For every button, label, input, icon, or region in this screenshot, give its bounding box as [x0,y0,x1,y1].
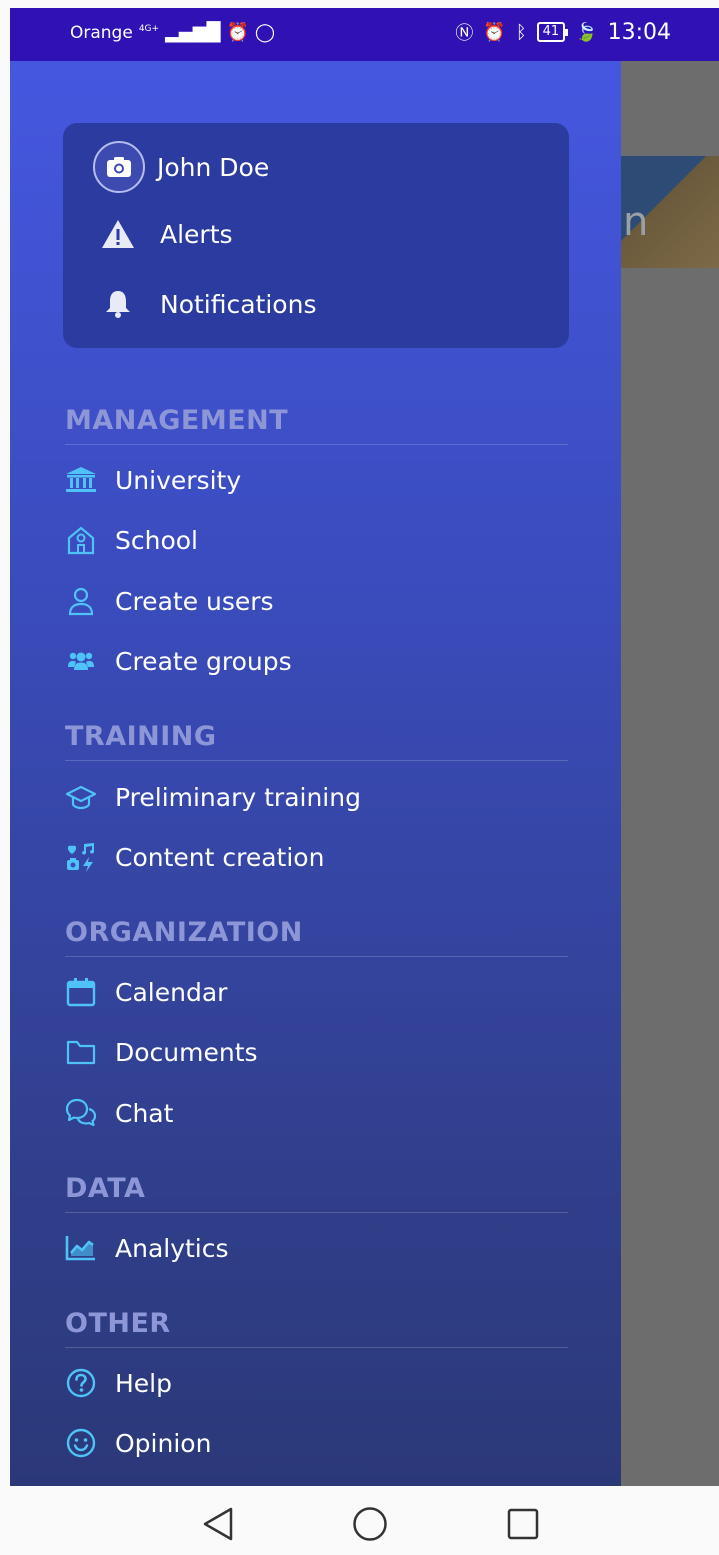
section-title-training: TRAINING [65,721,568,761]
avatar[interactable] [93,141,145,193]
menu-item-chat[interactable]: Chat [65,1093,173,1133]
clock-label: 13:04 [607,19,671,45]
user-icon [65,585,105,617]
profile-row[interactable]: John Doe [93,141,269,193]
menu-item-opinion[interactable]: Opinion [65,1423,211,1463]
menu-item-label: Calendar [115,977,228,1007]
menu-item-school[interactable]: School [65,520,198,560]
menu-item-create-users[interactable]: Create users [65,581,274,621]
back-triangle-icon [203,1507,233,1541]
back-button[interactable] [198,1504,238,1544]
carrier-label: Orange [70,22,133,43]
content-creation-icon [65,841,105,873]
menu-item-help[interactable]: Help [65,1363,172,1403]
home-circle-icon [353,1507,387,1541]
calendar-icon [65,976,105,1008]
battery-icon: 41 [536,22,568,42]
nfc-icon: Ⓝ [455,23,474,44]
menu-item-create-groups[interactable]: Create groups [65,641,292,681]
menu-item-label: Analytics [115,1233,229,1263]
smiley-icon [65,1427,105,1459]
warning-icon [96,219,140,249]
menu-item-label: School [115,525,198,555]
camera-icon [107,157,131,177]
profile-name: John Doe [157,152,270,182]
alerts-label: Alerts [160,219,233,249]
menu-item-content-creation[interactable]: Content creation [65,837,324,877]
menu-item-documents[interactable]: Documents [65,1032,258,1072]
power-saving-icon: 🍃 [575,21,598,43]
notifications-item[interactable]: Notifications [96,289,316,319]
graduation-cap-icon [65,781,105,813]
section-title-other: OTHER [65,1308,568,1348]
folder-icon [65,1036,105,1068]
menu-item-analytics[interactable]: Analytics [65,1228,229,1268]
bluetooth-icon: ᛒ [515,21,527,43]
network-type-label: 4G+ [138,24,160,34]
menu-item-label: Documents [115,1037,258,1067]
notifications-label: Notifications [160,289,317,319]
menu-item-label: Chat [115,1098,174,1128]
menu-item-label: Help [115,1368,172,1398]
background-scrim[interactable]: n [621,61,719,1486]
profile-card: John Doe Alerts Notifications [63,123,569,348]
sync-icon: ◯ [254,22,276,43]
alerts-item[interactable]: Alerts [96,219,233,249]
alarm-icon: ⏰ [226,22,249,43]
system-navigation-bar [10,1486,719,1555]
home-button[interactable] [350,1504,390,1544]
menu-item-label: Create groups [115,646,292,676]
chat-icon [65,1097,105,1129]
help-circle-icon [65,1367,105,1399]
section-title-management: MANAGEMENT [65,405,568,445]
menu-item-label: University [115,465,242,495]
recents-square-icon [507,1508,539,1540]
section-title-organization: ORGANIZATION [65,917,568,957]
status-left: Orange 4G+ ▂▄▆█ ⏰ ◯ [70,22,275,43]
menu-item-label: Content creation [115,842,325,872]
menu-item-label: Create users [115,586,274,616]
navigation-drawer: John Doe Alerts Notifications MANAGEMENT… [10,61,621,1486]
signal-icon: ▂▄▆█ [165,22,221,43]
background-banner-text: n [623,199,649,245]
status-bar: Orange 4G+ ▂▄▆█ ⏰ ◯ Ⓝ ⏰ ᛒ 41 🍃 13:04 [10,8,719,61]
menu-item-calendar[interactable]: Calendar [65,972,227,1012]
chart-line-icon [65,1232,105,1264]
institution-icon [65,464,105,496]
menu-item-preliminary-training[interactable]: Preliminary training [65,777,361,817]
school-icon [65,524,105,556]
bell-icon [96,289,140,319]
status-right: Ⓝ ⏰ ᛒ 41 🍃 13:04 [455,19,671,45]
menu-item-label: Opinion [115,1428,212,1458]
section-title-data: DATA [65,1173,568,1213]
alarm-clock-icon: ⏰ [483,21,506,43]
menu-item-label: Preliminary training [115,782,361,812]
menu-item-university[interactable]: University [65,460,241,500]
recents-button[interactable] [503,1504,543,1544]
users-group-icon [65,645,105,677]
